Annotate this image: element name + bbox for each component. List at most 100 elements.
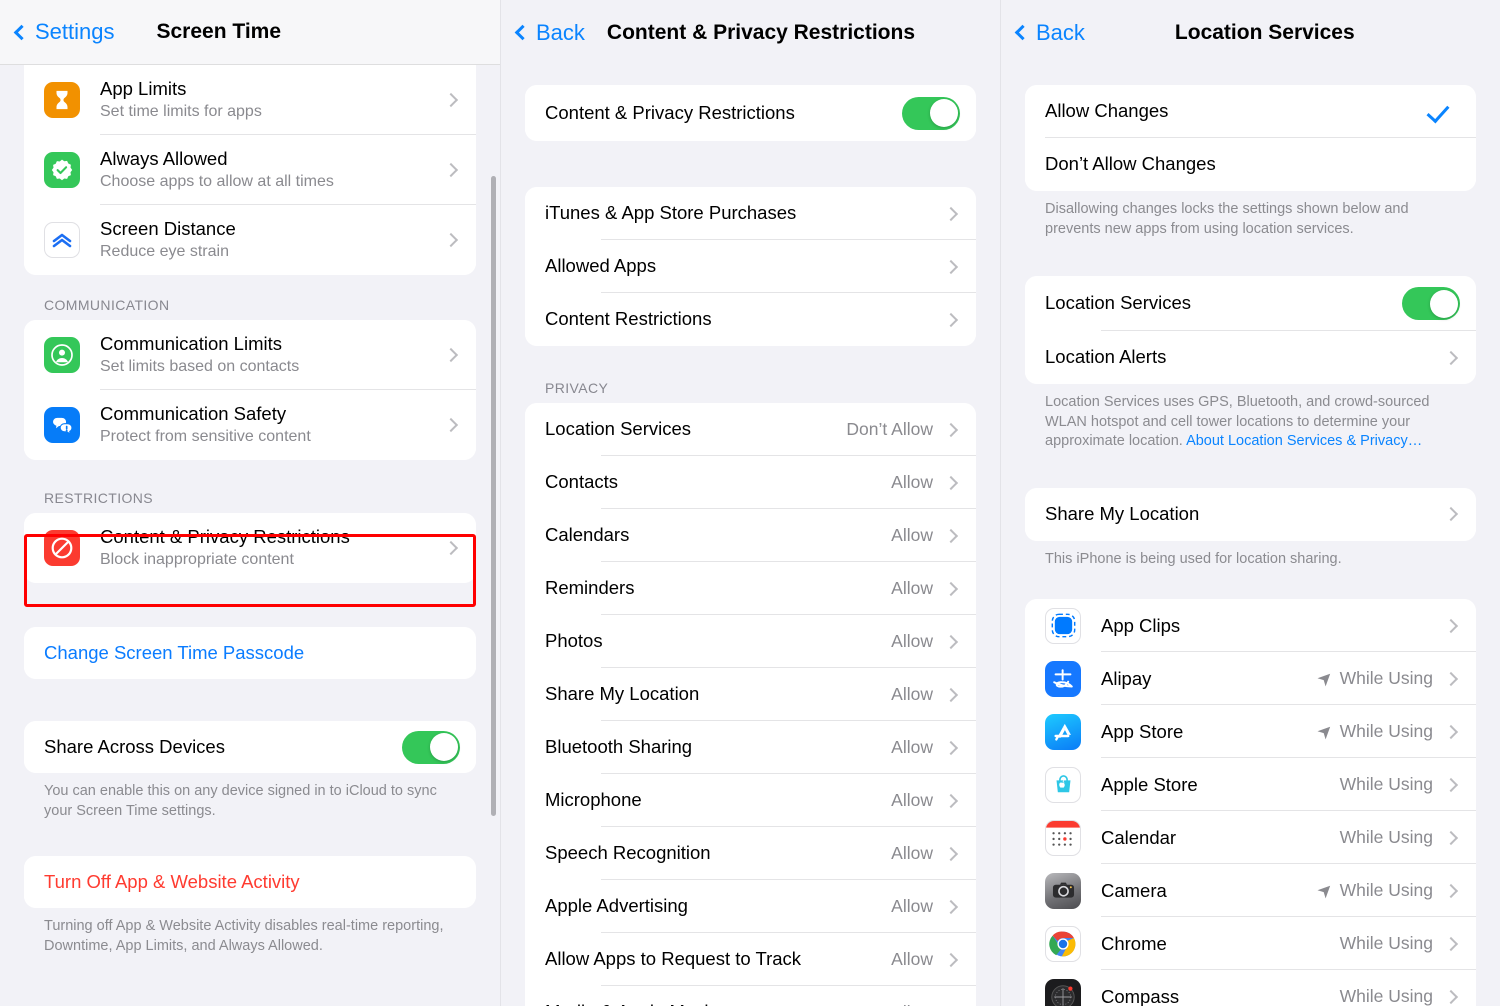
privacy-row[interactable]: Location Services Don’t Allow	[525, 403, 976, 456]
privacy-row[interactable]: Allow Apps to Request to Track Allow	[525, 933, 976, 986]
share-across-devices-toggle[interactable]	[402, 730, 460, 764]
app-name: Chrome	[1101, 932, 1167, 954]
row-dont-allow-changes[interactable]: Don’t Allow Changes	[1025, 138, 1476, 191]
row-communication-safety[interactable]: Communication Safety Protect from sensit…	[24, 390, 476, 460]
screen-distance-icon	[44, 222, 80, 258]
camera-icon	[1045, 872, 1081, 909]
scrollbar-screen-time[interactable]	[491, 176, 496, 816]
restrictions-group: Content & Privacy Restrictions Block ina…	[24, 513, 476, 583]
row-screen-distance[interactable]: Screen Distance Reduce eye strain	[24, 205, 476, 275]
chevron-right-icon	[1443, 830, 1459, 845]
row-title: Photos	[545, 630, 603, 652]
row-allowed-apps[interactable]: Allowed Apps	[525, 240, 976, 293]
app-location-row[interactable]: Alipay ➤ While Using	[1025, 652, 1476, 706]
row-text: Calendars	[545, 524, 891, 547]
row-content-privacy-restrictions[interactable]: Content & Privacy Restrictions Block ina…	[24, 513, 476, 583]
chevron-right-icon	[1443, 777, 1459, 792]
row-title: Content & Privacy Restrictions	[100, 525, 350, 547]
screen-time-navbar: Settings Screen Time	[0, 0, 500, 65]
row-share-across-devices[interactable]: Share Across Devices	[24, 721, 476, 773]
chevron-right-icon	[943, 687, 959, 702]
row-value: Allow	[891, 525, 933, 545]
privacy-row[interactable]: Reminders Allow	[525, 562, 976, 615]
row-value: Allow	[891, 790, 933, 810]
location-services-footnote: Location Services uses GPS, Bluetooth, a…	[1025, 384, 1476, 452]
about-location-privacy-link[interactable]: About Location Services & Privacy…	[1186, 433, 1422, 449]
apple-store-icon	[1045, 766, 1081, 803]
row-title: Communication Safety	[100, 402, 287, 424]
back-button-label: Back	[1036, 19, 1085, 45]
row-text: Apple Advertising	[545, 895, 891, 918]
row-allow-changes[interactable]: Allow Changes	[1025, 85, 1476, 138]
row-turn-off-activity[interactable]: Turn Off App & Website Activity	[24, 856, 476, 909]
privacy-row[interactable]: Contacts Allow	[525, 456, 976, 509]
share-across-devices-footnote: You can enable this on any device signed…	[44, 783, 437, 819]
chevron-right-icon	[1443, 936, 1459, 951]
section-header-communication: COMMUNICATION	[44, 297, 170, 313]
allow-changes-footnote: Disallowing changes locks the settings s…	[1045, 201, 1409, 237]
privacy-row[interactable]: Speech Recognition Allow	[525, 827, 976, 880]
chevron-left-icon	[1014, 24, 1031, 41]
row-content-restrictions[interactable]: Content Restrictions	[525, 293, 976, 346]
row-content-privacy-master[interactable]: Content & Privacy Restrictions	[525, 85, 976, 141]
app-location-permission: While Using	[1339, 933, 1433, 954]
row-share-my-location[interactable]: Share My Location	[1025, 487, 1476, 541]
row-title: Communication Limits	[100, 332, 282, 354]
row-text: Allow Changes	[1045, 100, 1430, 123]
row-title: Allow Apps to Request to Track	[545, 948, 802, 970]
app-name: Alipay	[1101, 667, 1152, 689]
location-services-navbar: Back Location Services	[1001, 0, 1500, 65]
row-title: Always Allowed	[100, 147, 228, 169]
chevron-right-icon	[943, 422, 959, 437]
row-title: Apple Advertising	[545, 895, 688, 917]
content-privacy-navbar: Back Content & Privacy Restrictions	[501, 0, 1000, 65]
row-always-allowed[interactable]: Always Allowed Choose apps to allow at a…	[24, 135, 476, 205]
location-services-scroll-area[interactable]: Allow Changes Don’t Allow Changes Disall…	[1001, 85, 1500, 1006]
privacy-row[interactable]: Photos Allow	[525, 615, 976, 668]
row-location-alerts[interactable]: Location Alerts	[1025, 331, 1476, 385]
privacy-row[interactable]: Bluetooth Sharing Allow	[525, 721, 976, 774]
app-location-row[interactable]: Calendar While Using	[1025, 811, 1476, 865]
content-privacy-toggle[interactable]	[902, 96, 960, 130]
privacy-row[interactable]: Calendars Allow	[525, 509, 976, 562]
chevron-right-icon	[943, 475, 959, 490]
row-title: iTunes & App Store Purchases	[545, 202, 797, 224]
row-text: Always Allowed Choose apps to allow at a…	[100, 148, 442, 193]
privacy-row[interactable]: Microphone Allow	[525, 774, 976, 827]
row-value: Allow	[891, 684, 933, 704]
privacy-row[interactable]: Media & Apple MusicAllow	[525, 986, 976, 1006]
app-location-row[interactable]: Chrome While Using	[1025, 917, 1476, 971]
back-button[interactable]: Back	[514, 20, 585, 46]
row-title: Screen Distance	[100, 217, 236, 239]
back-to-settings-button[interactable]: Settings	[13, 19, 115, 45]
content-privacy-scroll-area[interactable]: Content & Privacy Restrictions iTunes & …	[501, 85, 1000, 1006]
app-location-row[interactable]: Camera ➤ While Using	[1025, 864, 1476, 918]
row-text: Location Alerts	[1045, 346, 1442, 369]
master-toggle-group: Content & Privacy Restrictions	[525, 85, 976, 141]
page-title: Screen Time	[156, 20, 282, 43]
screen-time-scroll-area[interactable]: App Limits Set time limits for apps Alwa…	[0, 65, 500, 1006]
back-button[interactable]: Back	[1014, 19, 1085, 46]
row-communication-limits[interactable]: Communication Limits Set limits based on…	[24, 320, 476, 390]
app-location-row[interactable]: Apple Store While Using	[1025, 758, 1476, 812]
privacy-row[interactable]: Share My Location Allow	[525, 668, 976, 721]
row-change-passcode[interactable]: Change Screen Time Passcode	[24, 627, 476, 679]
privacy-row[interactable]: Apple Advertising Allow	[525, 880, 976, 933]
app-location-row[interactable]: App Store ➤ While Using	[1025, 705, 1476, 759]
row-title: Location Services	[545, 418, 692, 440]
row-text: App Clips	[1101, 615, 1433, 638]
change-passcode-label: Change Screen Time Passcode	[44, 641, 305, 663]
row-location-services-toggle[interactable]: Location Services	[1025, 276, 1476, 332]
row-text: Communication Safety Protect from sensit…	[100, 403, 442, 448]
row-text: Turn Off App & Website Activity	[44, 871, 460, 894]
apps-location-group: App Clips Alipay ➤ While Using App Store ➤ Whi…	[1025, 599, 1476, 1006]
row-app-limits[interactable]: App Limits Set time limits for apps	[24, 65, 476, 135]
app-name: Calendar	[1101, 826, 1177, 848]
row-itunes-app-store-purchases[interactable]: iTunes & App Store Purchases	[525, 187, 976, 240]
app-location-row[interactable]: Compass While Using	[1025, 970, 1476, 1006]
row-text: Communication Limits Set limits based on…	[100, 333, 442, 378]
app-location-row[interactable]: App Clips	[1025, 599, 1476, 653]
row-text: Change Screen Time Passcode	[44, 642, 460, 665]
privacy-group: Location Services Don’t Allow Contacts Allo…	[525, 403, 976, 1006]
location-services-toggle[interactable]	[1402, 287, 1460, 321]
